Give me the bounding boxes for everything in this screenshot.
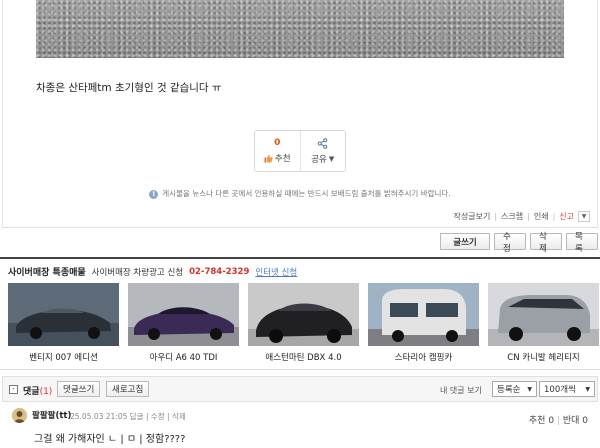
car-image[interactable] — [488, 283, 599, 346]
store-phone: 02-784-2329 — [189, 266, 250, 277]
delete-button[interactable]: 삭제 — [530, 232, 562, 254]
comment-votes: 추천 0 | 반대 0 — [528, 416, 588, 426]
thumbs-up-icon — [264, 154, 273, 163]
collapse-toggle-icon[interactable]: - — [9, 385, 18, 394]
post-action-buttons: 글쓰기 수정 삭제 목록 — [440, 232, 598, 254]
car-photo-icon — [488, 283, 599, 346]
avatar-icon — [12, 408, 27, 423]
car-name[interactable]: CN 카니발 헤리티지 — [488, 351, 599, 363]
post-photo-area — [0, 0, 600, 62]
store-online-link[interactable]: 인터넷 신청 — [255, 266, 297, 278]
car-image[interactable] — [8, 283, 119, 346]
chevron-down-icon: ▼ — [527, 385, 532, 393]
write-button[interactable]: 글쓰기 — [440, 233, 490, 250]
per-page-select[interactable]: 100개씩 ▼ — [539, 381, 595, 397]
car-image[interactable] — [128, 283, 239, 346]
tool-report[interactable]: 신고 — [559, 211, 574, 222]
car-photo-icon — [128, 283, 239, 346]
tool-scrap[interactable]: 스크랩 — [501, 211, 523, 222]
comment-author[interactable]: 팔팔팔(tt) — [32, 409, 71, 421]
store-ad-text: 사이버매장 차량광고 신청 — [91, 267, 184, 278]
share-button[interactable]: 공유 ▼ — [299, 131, 346, 171]
notice-text: 게시물을 뉴스나 다른 곳에서 인용하실 때에는 반드시 보배드림 출처를 밝혀… — [162, 189, 451, 198]
comments-title: 댓글(1) — [23, 387, 53, 397]
car-photo-icon — [248, 283, 359, 346]
post-tools: 작성글보기 | 스크랩 | 인쇄 | 신고 ▼ — [454, 211, 590, 222]
car-item-5[interactable]: CN 카니발 헤리티지 — [488, 283, 599, 363]
post-photo — [36, 0, 564, 58]
comment-recommend[interactable]: 추천 0 — [529, 416, 554, 426]
refresh-button[interactable]: 새로고침 — [106, 381, 150, 397]
recommend-label: 추천 — [274, 154, 291, 164]
car-image[interactable] — [368, 283, 479, 346]
car-name[interactable]: 스타리아 캠핑카 — [368, 351, 479, 363]
info-icon: ! — [149, 189, 159, 199]
car-photo-icon — [8, 283, 119, 346]
write-comment-button[interactable]: 댓글쓰기 — [57, 381, 101, 397]
comment-oppose[interactable]: 반대 0 — [563, 416, 588, 426]
comment-meta: 25.05.03 21:05 답글 | 수정 | 삭제 — [70, 412, 186, 421]
car-photo-icon — [368, 283, 479, 346]
share-label: 공유 — [311, 154, 327, 165]
edit-button[interactable]: 수정 — [494, 232, 526, 254]
comments-section: - 댓글(1) 댓글쓰기 새로고침 내 댓글 보기 등록순 ▼ 100개씩 ▼ 팔팔… — [0, 376, 600, 448]
recommend-count: 0 — [274, 138, 281, 148]
store-car-list: 벤티지 007 에디션 아우디 A6 40 TDI 애스턴마틴 DBX 4.0 … — [8, 283, 599, 363]
car-item-2[interactable]: 아우디 A6 40 TDI — [128, 283, 239, 363]
tools-dropdown-icon[interactable]: ▼ — [578, 211, 590, 222]
chevron-down-icon: ▼ — [585, 385, 590, 393]
car-name[interactable]: 아우디 A6 40 TDI — [128, 351, 239, 363]
comment-item: 팔팔팔(tt) 25.05.03 21:05 답글 | 수정 | 삭제 추천 0… — [0, 406, 600, 448]
store-header: 사이버매장 특종매물 사이버매장 차량광고 신청 02-784-2329 인터넷… — [8, 265, 297, 279]
sort-select[interactable]: 등록순 ▼ — [492, 381, 537, 397]
tool-view-posts[interactable]: 작성글보기 — [454, 211, 491, 222]
recommend-button[interactable]: 0 추천 — [255, 131, 300, 171]
car-image[interactable] — [248, 283, 359, 346]
car-item-1[interactable]: 벤티지 007 에디션 — [8, 283, 119, 363]
chevron-down-icon: ▼ — [328, 154, 335, 163]
share-icon — [317, 137, 328, 149]
comment-text: 그걸 왜 가해자인 ㄴ | ㅁ | 정함???? — [34, 434, 186, 445]
recommend-share-box: 0 추천 공유 ▼ — [254, 130, 346, 172]
comments-toolbar: - 댓글(1) 댓글쓰기 새로고침 내 댓글 보기 등록순 ▼ 100개씩 ▼ — [2, 376, 598, 402]
store-title: 사이버매장 특종매물 — [8, 268, 86, 278]
avatar[interactable] — [12, 408, 27, 423]
tool-print[interactable]: 인쇄 — [534, 211, 549, 222]
car-name[interactable]: 애스턴마틴 DBX 4.0 — [248, 351, 359, 363]
comments-count: (1) — [39, 387, 53, 397]
cyber-store-section: 사이버매장 특종매물 사이버매장 차량광고 신청 02-784-2329 인터넷… — [0, 257, 600, 370]
my-comments-link[interactable]: 내 댓글 보기 — [440, 385, 482, 396]
copyright-notice: ! 게시물을 뉴스나 다른 곳에서 인용하실 때에는 반드시 보배드림 출처를 밝… — [0, 188, 600, 199]
list-button[interactable]: 목록 — [566, 232, 598, 254]
post-body-text: 차종은 산타페tm 초기형인 것 같습니다 ㅠ — [36, 82, 222, 94]
car-name[interactable]: 벤티지 007 에디션 — [8, 351, 119, 363]
car-item-3[interactable]: 애스턴마틴 DBX 4.0 — [248, 283, 359, 363]
car-item-4[interactable]: 스타리아 캠핑카 — [368, 283, 479, 363]
